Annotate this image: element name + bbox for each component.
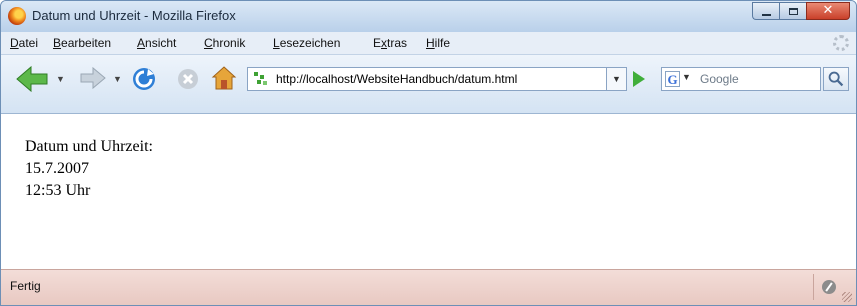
url-text[interactable]: http://localhost/WebsiteHandbuch/datum.h… — [276, 72, 517, 86]
url-bar[interactable]: http://localhost/WebsiteHandbuch/datum.h… — [247, 67, 607, 91]
search-engine-icon[interactable]: G — [665, 71, 680, 87]
menu-hilfe[interactable]: Hilfe — [426, 36, 450, 50]
resize-grip-icon[interactable] — [842, 292, 852, 302]
forward-history-dropdown-icon[interactable]: ▼ — [113, 74, 122, 84]
maximize-button[interactable] — [779, 2, 806, 20]
menu-accel: D — [10, 36, 19, 50]
menu-label-pre: E — [373, 36, 382, 50]
menu-label: hronik — [212, 36, 246, 50]
site-favicon-icon — [254, 72, 267, 85]
title-bar[interactable]: Datum und Uhrzeit - Mozilla Firefox ✕ — [1, 1, 856, 32]
go-icon[interactable] — [633, 71, 645, 87]
search-bar[interactable]: G ▼ Google — [661, 67, 821, 91]
minimize-button[interactable] — [752, 2, 779, 20]
search-icon[interactable] — [823, 67, 849, 91]
close-icon: ✕ — [822, 3, 834, 18]
menu-datei[interactable]: Datei — [10, 36, 38, 50]
firefox-logo-icon — [8, 7, 26, 25]
status-divider — [813, 274, 814, 300]
reload-icon[interactable] — [131, 66, 157, 92]
menu-accel: A — [137, 36, 146, 50]
time-value: 12:53 Uhr — [25, 182, 91, 199]
addon-status-icon[interactable] — [822, 280, 836, 294]
date-value: 15.7.2007 — [25, 160, 89, 177]
menu-lesezeichen[interactable]: Lesezeichen — [273, 36, 340, 50]
page-content: Datum und Uhrzeit: 15.7.2007 12:53 Uhr — [1, 114, 856, 269]
forward-icon[interactable] — [79, 65, 107, 91]
menu-accel: L — [273, 36, 280, 50]
status-bar: Fertig — [1, 269, 856, 305]
menu-label: nsicht — [145, 36, 177, 50]
home-icon[interactable] — [211, 65, 237, 91]
navigation-toolbar: ▼ ▼ http://localhost/WebsiteHandbuch/dat… — [1, 55, 856, 114]
close-button[interactable]: ✕ — [806, 2, 850, 20]
window-controls: ✕ — [752, 2, 850, 22]
back-history-dropdown-icon[interactable]: ▼ — [56, 74, 65, 84]
menu-extras[interactable]: Extras — [373, 36, 407, 50]
menu-bearbeiten[interactable]: Bearbeiten — [53, 36, 111, 50]
browser-window: Datum und Uhrzeit - Mozilla Firefox ✕ Da… — [0, 0, 857, 306]
stop-icon[interactable] — [176, 67, 200, 91]
page-heading: Datum und Uhrzeit: — [25, 138, 153, 155]
menu-bar: Datei Bearbeiten Ansicht Chronik Lesezei… — [1, 32, 856, 55]
menu-label: esezeichen — [279, 36, 341, 50]
minimize-icon — [761, 13, 771, 16]
menu-label: atei — [18, 36, 39, 50]
window-title: Datum und Uhrzeit - Mozilla Firefox — [32, 8, 236, 23]
menu-accel: C — [204, 36, 213, 50]
menu-accel: H — [426, 36, 435, 50]
menu-label: tras — [387, 36, 408, 50]
menu-chronik[interactable]: Chronik — [204, 36, 245, 50]
throbber-icon — [833, 35, 849, 51]
search-engine-dropdown-icon[interactable]: ▼ — [682, 72, 691, 82]
menu-accel: B — [53, 36, 62, 50]
menu-label: ilfe — [434, 36, 451, 50]
menu-label: earbeiten — [61, 36, 112, 50]
url-history-dropdown[interactable]: ▼ — [607, 67, 627, 91]
status-text: Fertig — [10, 279, 41, 293]
back-icon[interactable] — [15, 64, 49, 94]
maximize-icon — [788, 7, 798, 15]
search-input[interactable]: Google — [700, 72, 739, 86]
menu-ansicht[interactable]: Ansicht — [137, 36, 176, 50]
